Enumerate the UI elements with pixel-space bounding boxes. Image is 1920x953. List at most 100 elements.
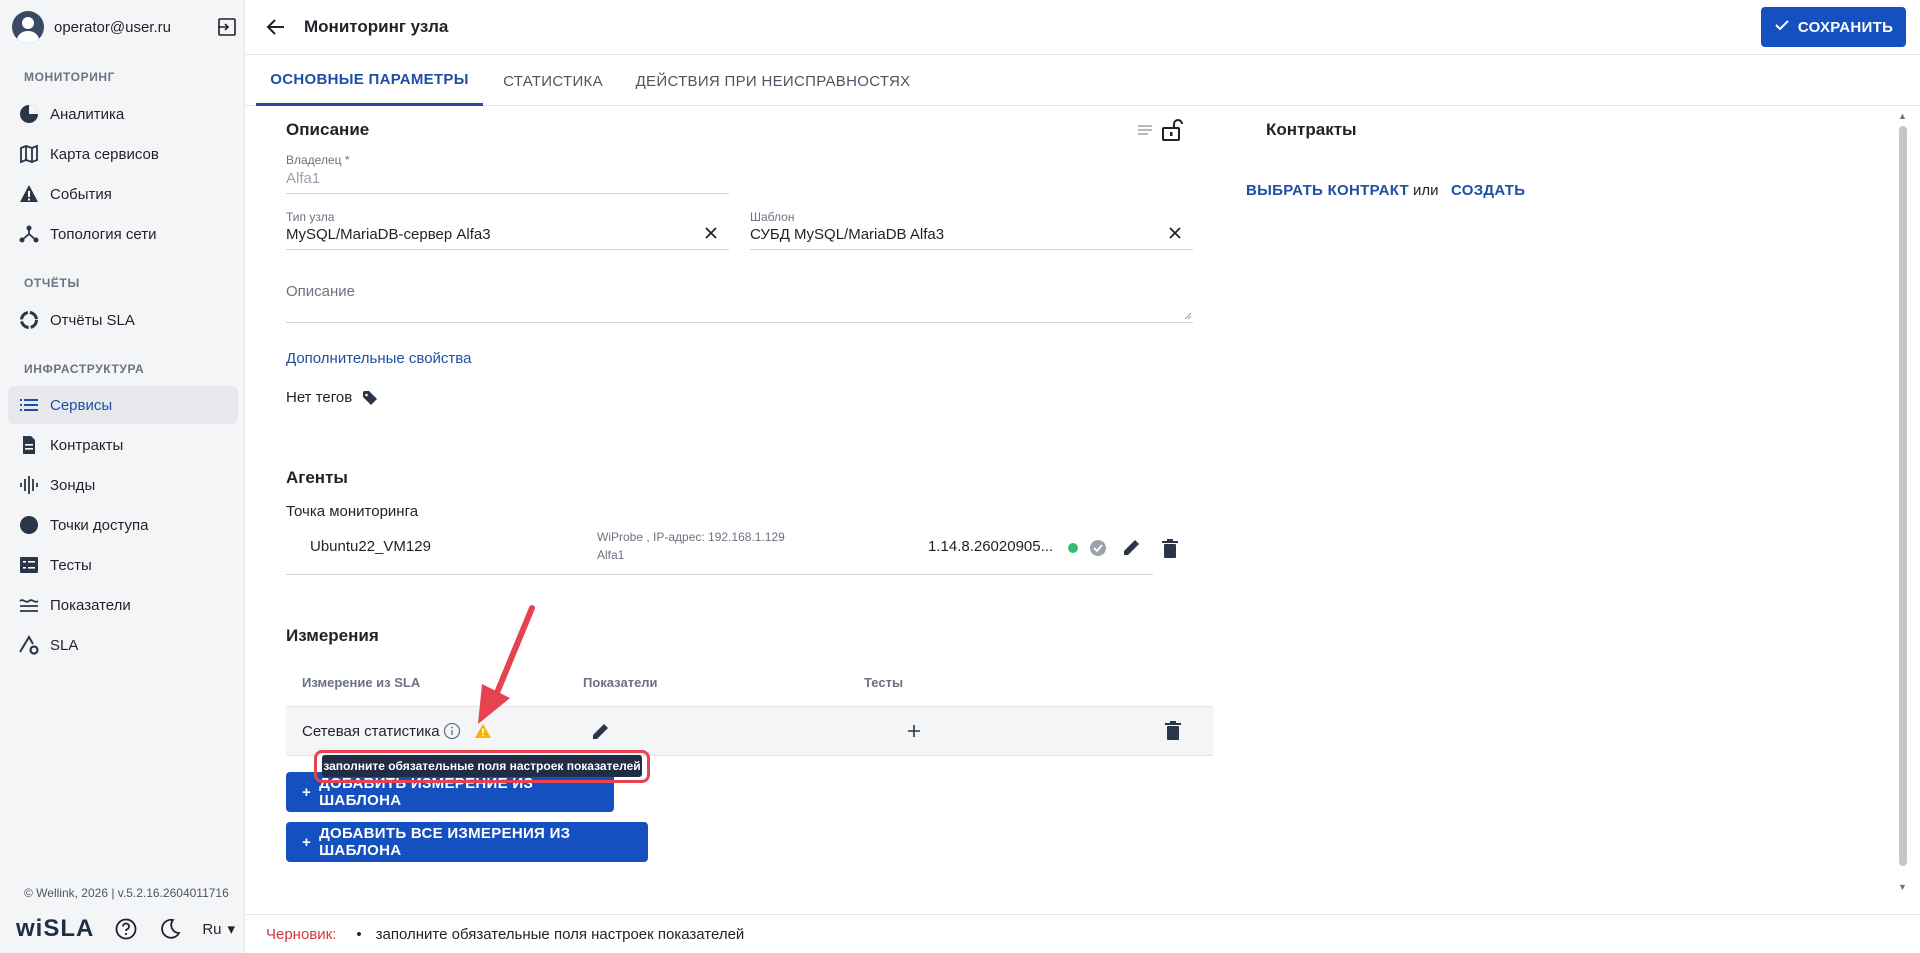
col-measurement: Измерение из SLA: [302, 675, 421, 690]
edit-agent-icon[interactable]: [1122, 537, 1142, 557]
back-arrow-icon[interactable]: [264, 15, 288, 39]
tabs-bar: ОСНОВНЫЕ ПАРАМЕТРЫ СТАТИСТИКА ДЕЙСТВИЯ П…: [246, 56, 1920, 106]
sidebar-section-reports: ОТЧЁТЫ: [24, 276, 80, 290]
save-button-label: СОХРАНИТЬ: [1797, 18, 1894, 36]
template-underline: [750, 249, 1193, 250]
warning-tooltip: заполните обязательные поля настроек пок…: [322, 755, 642, 777]
template-input[interactable]: СУБД MySQL/MariaDB Alfa3: [750, 226, 944, 243]
checklist-icon: [18, 554, 40, 576]
draft-label: Черновик:: [266, 925, 337, 943]
sla-gear-icon: [18, 634, 40, 656]
clear-template-icon[interactable]: [1166, 224, 1184, 242]
description-title: Описание: [286, 120, 370, 139]
col-indicators: Показатели: [583, 675, 658, 690]
contracts-or-text: или: [1413, 182, 1439, 199]
lines-icon[interactable]: [1136, 122, 1154, 140]
sidebar-item-topology[interactable]: Топология сети: [8, 215, 238, 253]
user-email: operator@user.ru: [54, 18, 171, 36]
plus-icon: +: [302, 783, 312, 801]
delete-measurement-icon[interactable]: [1164, 721, 1182, 741]
node-type-label: Тип узла: [286, 210, 335, 224]
delete-agent-icon[interactable]: [1161, 539, 1179, 559]
col-tests: Тесты: [864, 675, 904, 690]
contracts-title: Контракты: [1266, 120, 1357, 139]
plus-icon: +: [302, 833, 312, 851]
caret-down-icon: ▾: [227, 921, 236, 938]
tab-statistics[interactable]: СТАТИСТИКА: [483, 56, 623, 106]
measurement-name: Сетевая статистика: [302, 723, 440, 740]
verified-check-icon: [1089, 539, 1107, 557]
moon-icon[interactable]: [158, 917, 182, 941]
sidebar-item-label: События: [50, 185, 112, 203]
sidebar-bottom-bar: wiSLA Ru ▾: [16, 914, 235, 944]
owner-underline: [286, 193, 729, 194]
scroll-thumb[interactable]: [1899, 126, 1907, 866]
sidebar-item-label: SLA: [50, 636, 79, 654]
logout-icon[interactable]: [216, 16, 238, 38]
description-underline: [286, 322, 1193, 323]
scroll-down-icon[interactable]: ▼: [1898, 882, 1907, 892]
add-all-measurements-button[interactable]: + ДОБАВИТЬ ВСЕ ИЗМЕРЕНИЯ ИЗ ШАБЛОНА: [286, 822, 648, 862]
sidebar-item-label: Показатели: [50, 596, 131, 614]
extra-properties-link[interactable]: Дополнительные свойства: [286, 350, 471, 367]
sidebar-item-label: Точки доступа: [50, 516, 149, 534]
scroll-up-icon[interactable]: ▲: [1898, 111, 1907, 121]
create-contract-button[interactable]: СОЗДАТЬ: [1451, 182, 1525, 199]
sidebar-item-sla[interactable]: SLA: [8, 626, 238, 664]
sound-wave-icon: [18, 474, 40, 496]
sidebar-item-label: Зонды: [50, 476, 96, 494]
sidebar-item-events[interactable]: События: [8, 175, 238, 213]
sidebar-item-label: Карта сервисов: [50, 145, 159, 163]
language-select[interactable]: Ru ▾: [202, 920, 236, 939]
resize-handle-icon[interactable]: [1184, 307, 1192, 320]
list-icon: [18, 394, 40, 416]
agent-version: 1.14.8.26020905...: [928, 538, 1054, 555]
description-textarea[interactable]: Описание: [286, 283, 355, 300]
brand-logo: wiSLA: [16, 915, 95, 942]
tab-fault-actions[interactable]: ДЕЙСТВИЯ ПРИ НЕИСПРАВНОСТЯХ: [623, 56, 923, 106]
save-button[interactable]: СОХРАНИТЬ: [1761, 7, 1906, 47]
sidebar-item-label: Контракты: [50, 436, 124, 454]
info-icon[interactable]: [443, 722, 461, 740]
node-type-input[interactable]: MySQL/MariaDB-сервер Alfa3: [286, 226, 491, 243]
annotation-arrow: [478, 605, 535, 724]
monitoring-point-label: Точка мониторинга: [286, 503, 419, 520]
agent-info-line1: WiProbe , IP-адрес: 192.168.1.129: [597, 530, 785, 544]
sidebar-item-label: Тесты: [50, 556, 92, 574]
sidebar-section-infrastructure: ИНФРАСТРУКТУРА: [24, 362, 145, 376]
language-value: Ru: [202, 920, 222, 938]
select-contract-button[interactable]: ВЫБРАТЬ КОНТРАКТ: [1246, 182, 1409, 199]
owner-value: Alfa1: [286, 170, 321, 187]
sidebar-item-indicators[interactable]: Показатели: [8, 586, 238, 624]
circle-progress-icon: [18, 309, 40, 331]
agent-row-underline: [286, 574, 1153, 575]
sidebar-item-label: Аналитика: [50, 105, 125, 123]
tags-text: Нет тегов: [286, 389, 353, 406]
add-test-icon[interactable]: [906, 723, 922, 739]
sidebar-item-service-map[interactable]: Карта сервисов: [8, 135, 238, 173]
sidebar-item-tests[interactable]: Тесты: [8, 546, 238, 584]
user-block: operator@user.ru: [12, 10, 238, 44]
sidebar-item-services[interactable]: Сервисы: [8, 386, 238, 424]
clear-node-type-icon[interactable]: [702, 224, 720, 242]
top-header: Мониторинг узла СОХРАНИТЬ: [246, 0, 1920, 55]
sidebar-item-analytics[interactable]: Аналитика: [8, 95, 238, 133]
sidebar-item-access-points[interactable]: Точки доступа: [8, 506, 238, 544]
tag-icon[interactable]: [362, 390, 378, 406]
unlock-icon[interactable]: [1160, 118, 1184, 142]
avatar[interactable]: [12, 11, 44, 43]
status-message: заполните обязательные поля настроек пок…: [375, 925, 745, 943]
check-icon: [1774, 17, 1790, 37]
sidebar-item-sla-reports[interactable]: Отчёты SLA: [8, 301, 238, 339]
sidebar-item-probes[interactable]: Зонды: [8, 466, 238, 504]
help-icon[interactable]: [114, 917, 138, 941]
owner-label: Владелец *: [286, 153, 350, 167]
template-label: Шаблон: [750, 210, 795, 224]
sidebar-item-contracts[interactable]: Контракты: [8, 426, 238, 464]
tab-main-params[interactable]: ОСНОВНЫЕ ПАРАМЕТРЫ: [256, 56, 483, 106]
circle-icon: [18, 514, 40, 536]
status-online-dot: [1068, 543, 1078, 553]
agent-name: Ubuntu22_VM129: [310, 538, 431, 555]
edit-indicators-icon[interactable]: [591, 721, 611, 741]
status-bar: Черновик: • заполните обязательные поля …: [246, 914, 1920, 953]
